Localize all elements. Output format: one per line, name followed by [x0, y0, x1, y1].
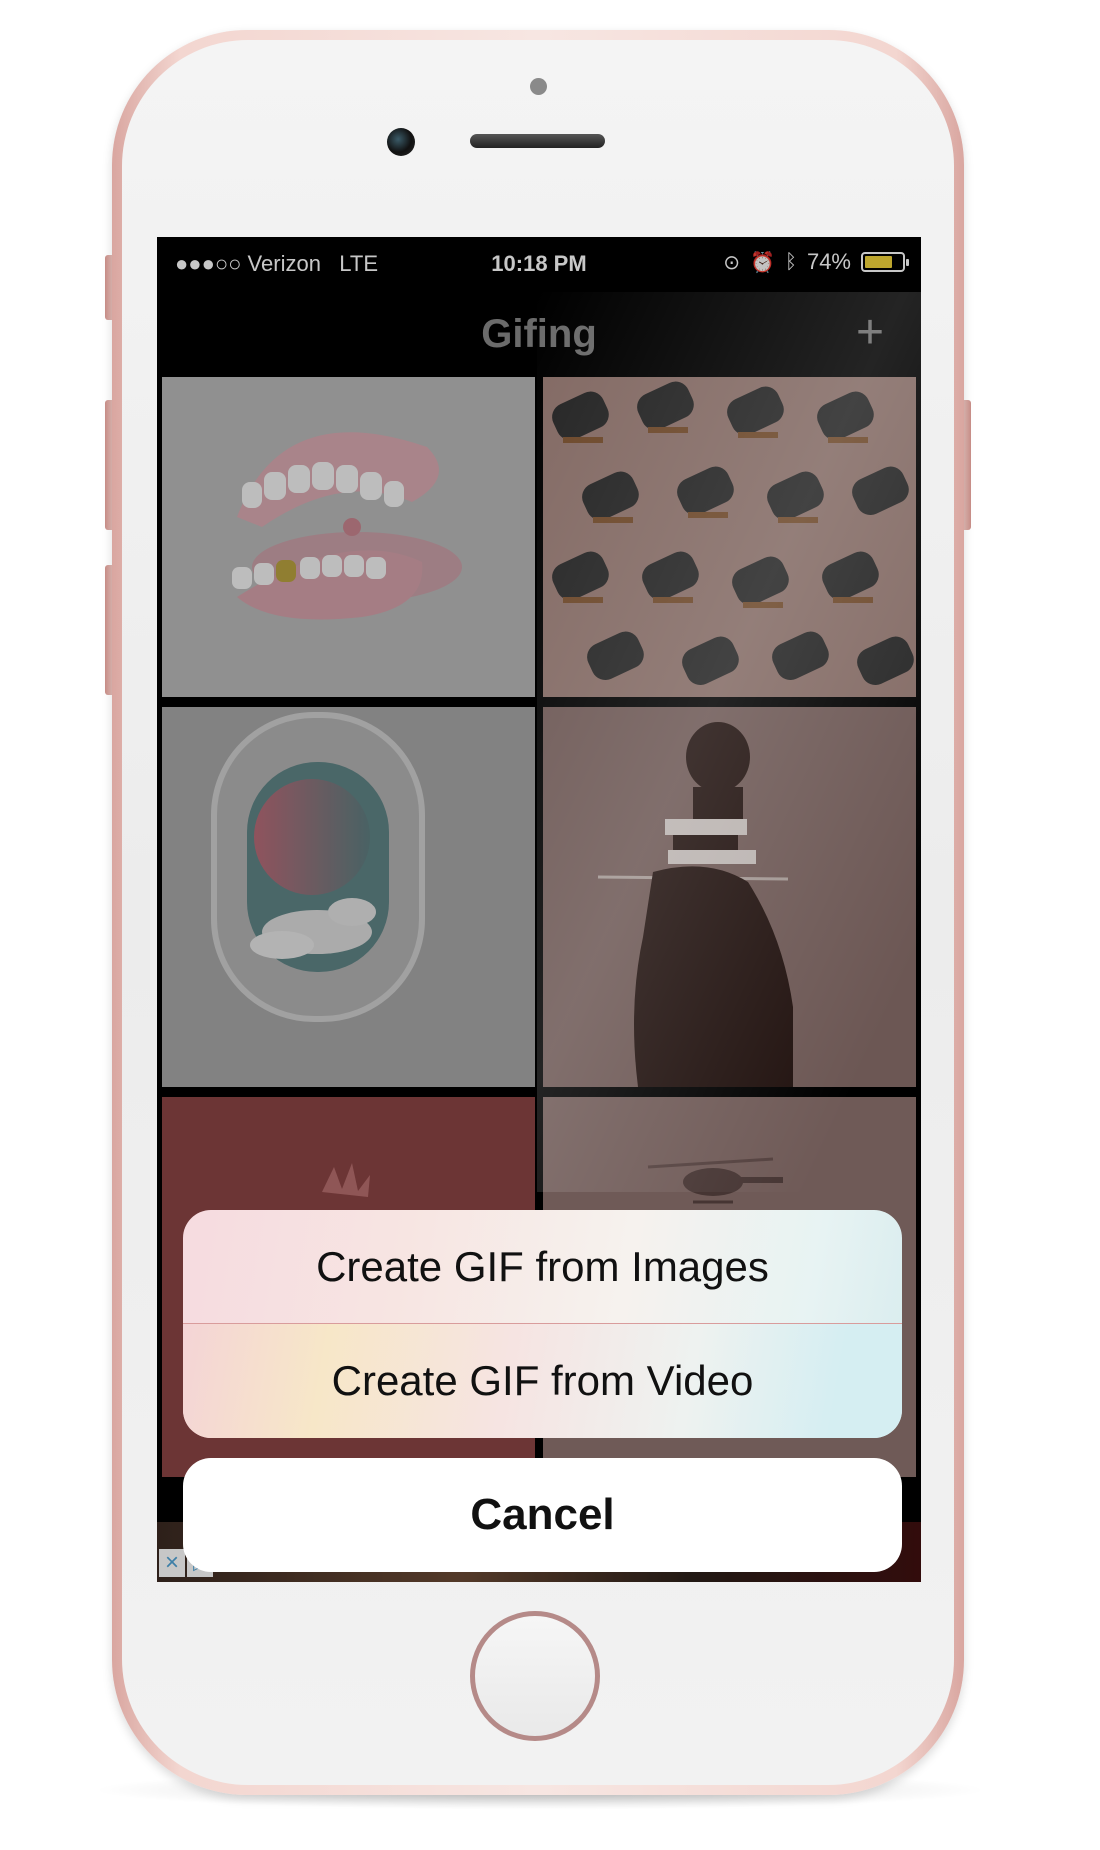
- front-camera-icon: [387, 128, 415, 156]
- earpiece-speaker: [470, 134, 605, 148]
- proximity-sensor: [530, 78, 547, 95]
- cancel-button[interactable]: Cancel: [183, 1458, 902, 1572]
- create-gif-from-video-button[interactable]: Create GIF from Video: [183, 1324, 902, 1438]
- home-button[interactable]: [470, 1611, 600, 1741]
- screen-glare: [537, 292, 921, 1192]
- action-sheet-options: Create GIF from Images Create GIF from V…: [183, 1210, 902, 1438]
- create-gif-from-images-button[interactable]: Create GIF from Images: [183, 1210, 902, 1324]
